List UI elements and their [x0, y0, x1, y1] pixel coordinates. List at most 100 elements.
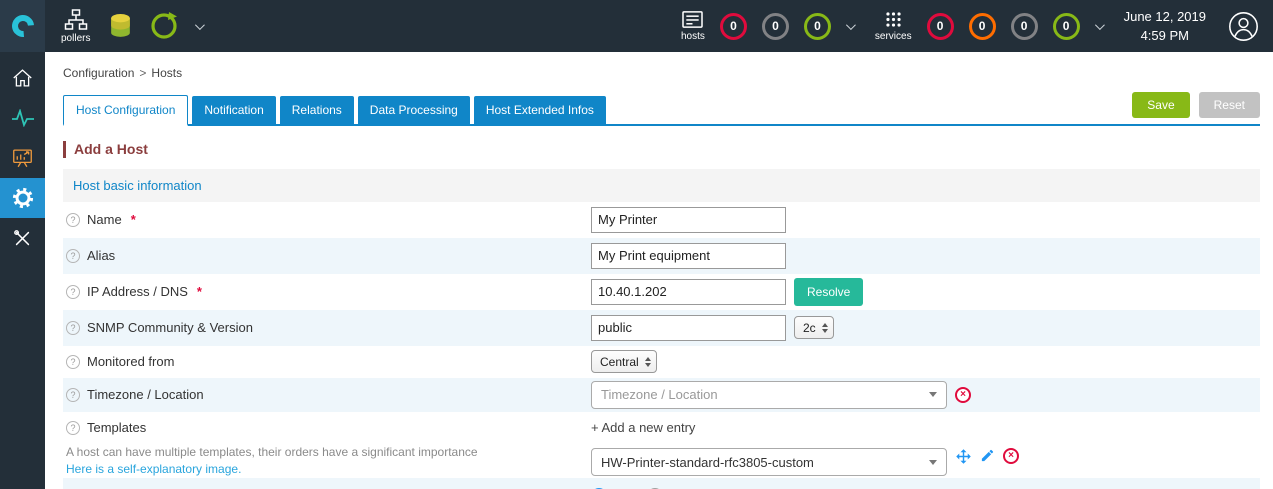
- services-status-group: services 0 0 0 0: [875, 10, 1105, 42]
- ip-label: IP Address / DNS: [87, 284, 188, 300]
- snmp-label: SNMP Community & Version: [87, 320, 253, 336]
- tab-data-processing[interactable]: Data Processing: [357, 96, 470, 124]
- templates-row: ? Templates + Add a new entry: [63, 412, 1260, 444]
- services-warning-badge[interactable]: 0: [968, 12, 996, 40]
- tab-host-extended-infos[interactable]: Host Extended Infos: [473, 96, 606, 124]
- sync-status-icon[interactable]: [149, 11, 179, 41]
- sidebar-item-home[interactable]: [0, 58, 45, 98]
- snmp-community-input[interactable]: [591, 314, 786, 341]
- services-unknown-badge[interactable]: 0: [1010, 12, 1038, 40]
- hosts-unreachable-badge[interactable]: 0: [761, 12, 789, 40]
- help-icon[interactable]: ?: [66, 420, 80, 435]
- centreon-logo-icon: [7, 10, 38, 42]
- chart-icon: [12, 148, 33, 168]
- sidebar-item-configuration[interactable]: [0, 178, 45, 218]
- date-text: June 12, 2019: [1123, 8, 1206, 24]
- tab-relations[interactable]: Relations: [279, 96, 354, 124]
- chevron-down-icon[interactable]: [845, 19, 856, 30]
- help-icon[interactable]: ?: [66, 248, 80, 263]
- tab-host-configuration[interactable]: Host Configuration: [63, 95, 189, 126]
- tools-icon: [13, 229, 32, 248]
- database-status-icon[interactable]: [108, 13, 133, 40]
- select-arrows-icon: [821, 322, 828, 333]
- sidebar-item-administration[interactable]: [0, 218, 45, 258]
- snmp-version-select[interactable]: 2c: [794, 316, 834, 340]
- chevron-down-icon[interactable]: [195, 19, 206, 30]
- tab-bar: Host Configuration Notification Relation…: [63, 92, 1260, 126]
- edit-icon[interactable]: [980, 448, 995, 463]
- hosts-menu[interactable]: hosts: [681, 10, 705, 42]
- tab-notification[interactable]: Notification: [192, 96, 276, 124]
- datetime: June 12, 2019 4:59 PM: [1124, 7, 1206, 46]
- pollers-label: pollers: [61, 32, 91, 44]
- name-input[interactable]: [591, 206, 786, 233]
- hosts-icon: [681, 10, 704, 29]
- help-icon[interactable]: ?: [66, 320, 80, 335]
- services-menu[interactable]: services: [875, 10, 912, 42]
- monitored-from-value: Central: [600, 354, 639, 369]
- monitored-from-label: Monitored from: [87, 354, 175, 370]
- reset-button[interactable]: Reset: [1198, 92, 1260, 118]
- main-content: Configuration > Hosts Host Configuration N…: [45, 52, 1273, 489]
- templates-label: Templates: [87, 420, 147, 436]
- alias-label: Alias: [87, 248, 116, 264]
- snmp-row: ? SNMP Community & Version 2c: [63, 309, 1260, 346]
- create-services-row: ? Create Services linked to the Template…: [63, 477, 1260, 489]
- sidebar-item-monitoring[interactable]: [0, 98, 45, 138]
- user-profile-icon[interactable]: [1228, 11, 1259, 42]
- services-label: services: [874, 31, 912, 42]
- breadcrumb-hosts[interactable]: Hosts: [151, 66, 182, 80]
- template-value: HW-Printer-standard-rfc3805-custom: [601, 454, 814, 470]
- snmp-version-value: 2c: [803, 320, 816, 335]
- template-select[interactable]: HW-Printer-standard-rfc3805-custom: [591, 448, 947, 477]
- name-row: ? Name *: [63, 202, 1260, 238]
- sidebar: [0, 52, 45, 489]
- help-icon[interactable]: ?: [66, 212, 80, 227]
- chevron-down-icon[interactable]: [1094, 19, 1105, 30]
- hosts-down-badge[interactable]: 0: [719, 12, 747, 40]
- chevron-down-icon: [929, 392, 937, 398]
- save-button[interactable]: Save: [1132, 92, 1190, 118]
- heartbeat-icon: [11, 109, 35, 127]
- services-ok-badge[interactable]: 0: [1052, 12, 1080, 40]
- page-title: Add a Host: [63, 141, 1260, 158]
- clear-timezone-icon[interactable]: ×: [955, 386, 971, 403]
- move-icon[interactable]: [955, 448, 972, 465]
- alias-row: ? Alias: [63, 237, 1260, 274]
- help-icon[interactable]: ?: [66, 387, 80, 402]
- centreon-logo[interactable]: [0, 0, 45, 52]
- top-bar: pollers hosts 0 0 0 services 0 0 0 0 Jun…: [0, 0, 1273, 52]
- required-marker: *: [130, 212, 136, 228]
- time-text: 4:59 PM: [1140, 28, 1189, 43]
- pollers-icon: [64, 8, 88, 31]
- help-icon[interactable]: ?: [66, 284, 80, 299]
- timezone-placeholder: Timezone / Location: [601, 387, 718, 403]
- home-icon: [12, 68, 33, 88]
- breadcrumb-separator: >: [139, 66, 147, 80]
- sidebar-item-reporting[interactable]: [0, 138, 45, 178]
- delete-template-icon[interactable]: ×: [1003, 448, 1019, 465]
- breadcrumb-configuration[interactable]: Configuration: [63, 66, 134, 80]
- breadcrumb: Configuration > Hosts: [63, 52, 1260, 80]
- section-header: Host basic information: [63, 168, 1260, 202]
- services-critical-badge[interactable]: 0: [926, 12, 954, 40]
- add-template-entry-link[interactable]: + Add a new entry: [591, 420, 695, 435]
- alias-input[interactable]: [591, 242, 786, 269]
- resolve-button[interactable]: Resolve: [794, 277, 864, 306]
- name-label: Name: [87, 212, 122, 228]
- templates-helper-text: A host can have multiple templates, thei…: [66, 445, 478, 460]
- ip-row: ? IP Address / DNS * Resolve: [63, 274, 1260, 310]
- required-marker: *: [196, 284, 202, 300]
- timezone-select[interactable]: Timezone / Location: [591, 380, 947, 409]
- hosts-up-badge[interactable]: 0: [803, 12, 831, 40]
- monitored-from-select[interactable]: Central: [591, 350, 657, 374]
- help-icon[interactable]: ?: [66, 354, 80, 369]
- hosts-status-group: hosts 0 0 0: [681, 10, 856, 42]
- templates-helper-link[interactable]: Here is a self-explanatory image.: [66, 462, 241, 476]
- services-icon: [884, 10, 903, 29]
- ip-input[interactable]: [591, 278, 786, 305]
- select-arrows-icon: [644, 356, 651, 367]
- pollers-menu[interactable]: pollers: [61, 8, 91, 44]
- hosts-label: hosts: [681, 31, 705, 42]
- gear-icon: [12, 187, 34, 209]
